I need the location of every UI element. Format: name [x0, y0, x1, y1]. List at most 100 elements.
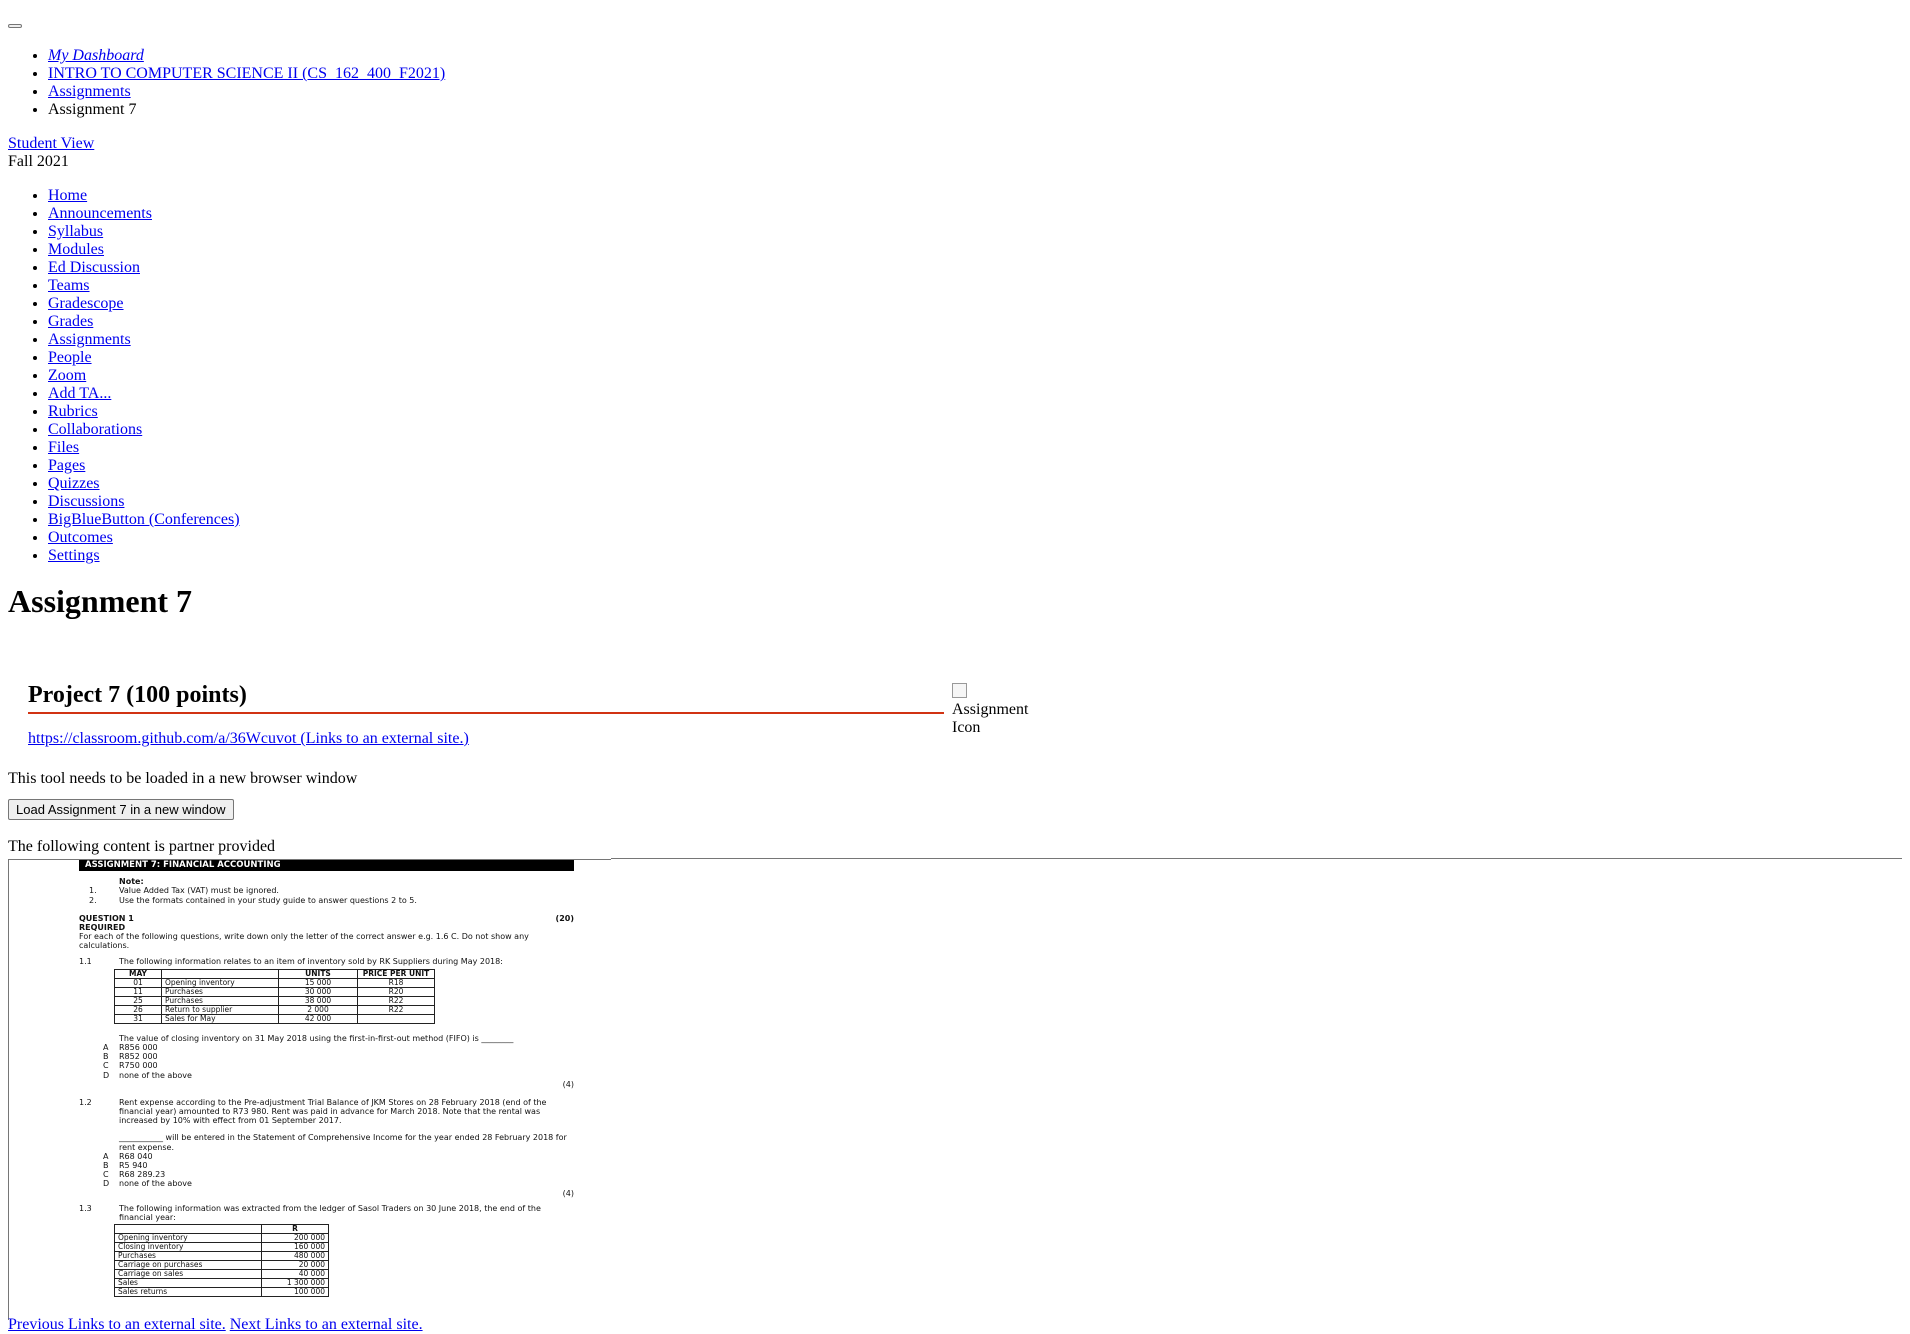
- breadcrumb-dashboard-link[interactable]: My Dashboard: [48, 47, 144, 64]
- nav-zoom[interactable]: Zoom: [48, 367, 86, 384]
- table-header: [161, 968, 279, 979]
- breadcrumb-item: My Dashboard: [48, 47, 445, 65]
- table-row: 31 Sales for May 42 000: [114, 1013, 435, 1024]
- project-external-link[interactable]: https://classroom.github.com/a/36Wcuvot …: [28, 730, 469, 748]
- module-pager: Previous Links to an external site. Next…: [8, 1316, 423, 1334]
- term-label: Fall 2021: [8, 153, 69, 170]
- project-header: Project 7 (100 points) https://classroom…: [28, 680, 944, 747]
- nav-assignments[interactable]: Assignments: [48, 331, 131, 348]
- nav-people[interactable]: People: [48, 349, 92, 366]
- note-num: 2.: [89, 895, 97, 905]
- table-cell: 42 000: [278, 1013, 358, 1024]
- breadcrumb-assignments-link[interactable]: Assignments: [48, 83, 131, 100]
- assignment-icon-alt: Assignment Icon: [952, 701, 1029, 736]
- breadcrumb: My Dashboard INTRO TO COMPUTER SCIENCE I…: [8, 47, 445, 119]
- table-cell: Opening inventory: [161, 977, 279, 988]
- nav-gradescope[interactable]: Gradescope: [48, 295, 124, 312]
- table-cell: [357, 1013, 435, 1024]
- nav-grades[interactable]: Grades: [48, 313, 93, 330]
- instructions: For each of the following questions, wri…: [79, 932, 529, 951]
- page-title: Assignment 7: [8, 583, 193, 619]
- nav-announcements[interactable]: Announcements: [48, 205, 152, 222]
- table-cell: 30 000: [278, 986, 358, 997]
- table-cell: R22: [357, 1004, 435, 1015]
- load-assignment-button[interactable]: Load Assignment 7 in a new window: [8, 799, 234, 820]
- nav-modules[interactable]: Modules: [48, 241, 104, 258]
- divider: [611, 858, 1902, 859]
- table-row: 26 Return to supplier 2 000 R22: [114, 1004, 435, 1015]
- table-cell: Purchases: [161, 986, 279, 997]
- nav-teams[interactable]: Teams: [48, 277, 90, 294]
- option-text: R750 000: [119, 1061, 158, 1071]
- nav-settings[interactable]: Settings: [48, 547, 100, 564]
- table-cell: 38 000: [278, 995, 358, 1006]
- table-cell: R22: [357, 995, 435, 1006]
- note-label: Note:: [119, 877, 144, 887]
- option-letter: A: [103, 1151, 109, 1161]
- nav-pages[interactable]: Pages: [48, 457, 85, 474]
- option-letter: B: [103, 1161, 109, 1171]
- table-cell: R20: [357, 986, 435, 997]
- required-label: REQUIRED: [79, 923, 126, 933]
- option-letter: B: [103, 1052, 109, 1062]
- broken-image-icon: [952, 683, 967, 698]
- option-text: none of the above: [119, 1179, 192, 1189]
- nav-home[interactable]: Home: [48, 187, 87, 204]
- ledger-table: R Opening inventory 200 000 Closing inven…: [114, 1224, 329, 1298]
- nav-outcomes[interactable]: Outcomes: [48, 529, 113, 546]
- course-nav: Home Announcements Syllabus Modules Ed D…: [8, 187, 240, 565]
- table-cell: Return to supplier: [161, 1004, 279, 1015]
- option-text: R68 289.23: [119, 1170, 166, 1180]
- nav-bigbluebutton[interactable]: BigBlueButton (Conferences): [48, 511, 240, 528]
- menu-toggle-button[interactable]: [8, 24, 22, 28]
- assignment-icon: Assignment Icon: [952, 683, 1032, 737]
- nav-collaborations[interactable]: Collaborations: [48, 421, 142, 438]
- table-cell: 11: [114, 986, 162, 997]
- q13-num: 1.3: [79, 1203, 92, 1213]
- option-text: none of the above: [119, 1070, 192, 1080]
- student-view-link[interactable]: Student View: [8, 135, 94, 152]
- note-num: 1.: [89, 886, 97, 896]
- nav-files[interactable]: Files: [48, 439, 79, 456]
- table-cell: Purchases: [161, 995, 279, 1006]
- q12-text: Rent expense according to the Pre-adjust…: [119, 1097, 547, 1126]
- question-1-label: QUESTION 1: [79, 913, 134, 923]
- note-text: Value Added Tax (VAT) must be ignored.: [119, 886, 279, 896]
- table-cell: 15 000: [278, 977, 358, 988]
- q11-num: 1.1: [79, 956, 92, 966]
- table-cell: 25: [114, 995, 162, 1006]
- table-cell: 2 000: [278, 1004, 358, 1015]
- q12-question: ___________ will be entered in the State…: [119, 1133, 567, 1152]
- previous-link[interactable]: Previous Links to an external site.: [8, 1316, 226, 1333]
- embedded-document-frame[interactable]: ASSIGNMENT 7: FINANCIAL ACCOUNTING Note:…: [8, 859, 611, 1320]
- nav-syllabus[interactable]: Syllabus: [48, 223, 103, 240]
- q12-marks: (4): [562, 1188, 574, 1198]
- table-header: PRICE PER UNIT: [357, 968, 435, 979]
- table-header-row: MAY UNITS PRICE PER UNIT: [114, 968, 435, 979]
- option-text: R5 940: [119, 1161, 148, 1171]
- table-cell: 01: [114, 977, 162, 988]
- breadcrumb-course-link[interactable]: INTRO TO COMPUTER SCIENCE II (CS_162_400…: [48, 65, 445, 82]
- table-cell: Sales for May: [161, 1013, 279, 1024]
- q11-text: The following information relates to an …: [119, 956, 503, 966]
- q11-question: The value of closing inventory on 31 May…: [119, 1033, 514, 1043]
- nav-discussions[interactable]: Discussions: [48, 493, 124, 510]
- nav-quizzes[interactable]: Quizzes: [48, 475, 100, 492]
- nav-add-ta[interactable]: Add TA...: [48, 385, 111, 402]
- note-text: Use the formats contained in your study …: [119, 895, 417, 905]
- partner-note: The following content is partner provide…: [8, 838, 276, 855]
- option-text: R68 040: [119, 1151, 153, 1161]
- assignment-document: ASSIGNMENT 7: FINANCIAL ACCOUNTING Note:…: [79, 860, 574, 1298]
- table-row: 01 Opening inventory 15 000 R18: [114, 977, 435, 988]
- option-letter: A: [103, 1043, 109, 1053]
- next-link[interactable]: Next Links to an external site.: [230, 1316, 423, 1333]
- option-letter: D: [103, 1179, 110, 1189]
- inventory-table: MAY UNITS PRICE PER UNIT 01 Opening inven…: [114, 968, 435, 1024]
- nav-ed-discussion[interactable]: Ed Discussion: [48, 259, 140, 276]
- table-cell: R18: [357, 977, 435, 988]
- table-row: Sales returns 100 000: [114, 1287, 329, 1298]
- question-1-marks: (20): [555, 913, 574, 923]
- option-text: R852 000: [119, 1052, 158, 1062]
- breadcrumb-current: Assignment 7: [48, 101, 137, 118]
- nav-rubrics[interactable]: Rubrics: [48, 403, 98, 420]
